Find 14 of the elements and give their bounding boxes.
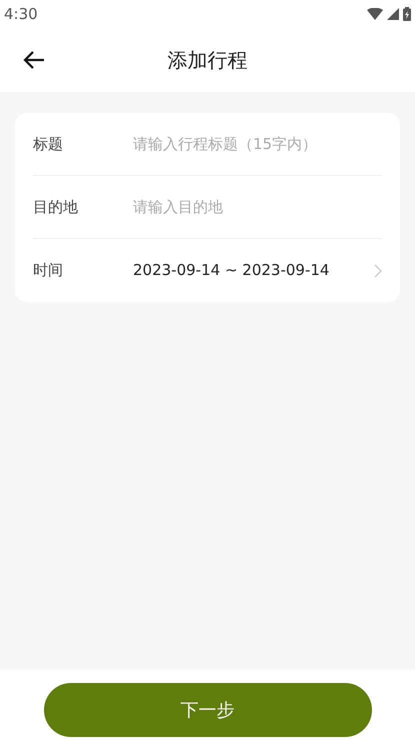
battery-icon <box>403 7 411 21</box>
status-time: 4:30 <box>4 4 38 25</box>
signal-icon <box>387 8 399 20</box>
page-title: 添加行程 <box>168 47 248 74</box>
back-arrow-icon <box>23 51 45 69</box>
chevron-right-icon <box>374 264 382 278</box>
date-range-value[interactable]: 2023-09-14 ~ 2023-09-14 <box>133 259 374 282</box>
input-field[interactable]: 请输入目的地 <box>133 196 382 218</box>
wifi-icon <box>367 8 383 20</box>
input-field[interactable]: 请输入行程标题（15字内） <box>133 132 382 156</box>
field-label: 时间 <box>33 260 64 282</box>
field-label: 目的地 <box>33 196 79 218</box>
field-label: 标题 <box>33 134 64 155</box>
next-step-button[interactable]: 下一步 <box>44 683 372 737</box>
